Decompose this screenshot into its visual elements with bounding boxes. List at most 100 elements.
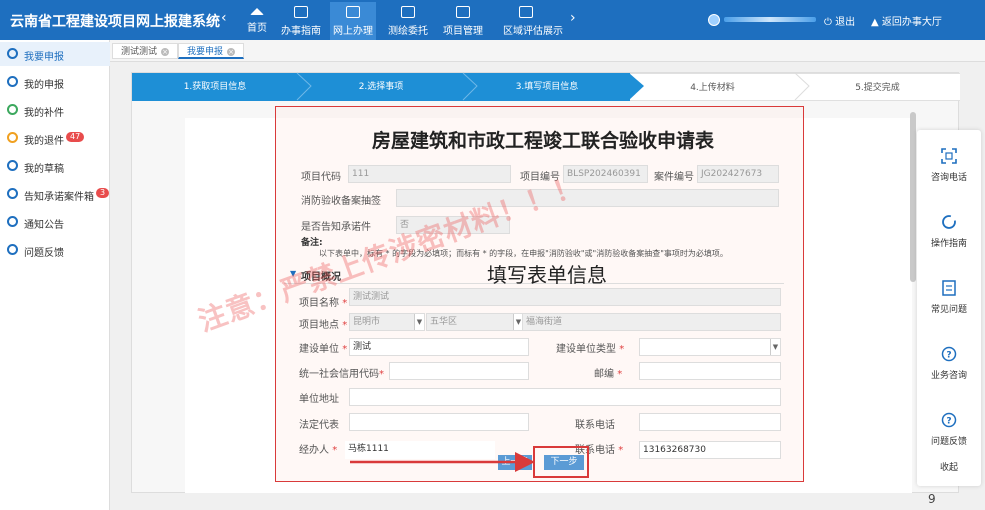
project-name-field[interactable]: 测试测试	[349, 288, 781, 306]
postcode-label: 邮编 *	[594, 369, 623, 380]
supplement-icon	[7, 104, 18, 115]
step-2: 2.选择事项	[298, 73, 464, 101]
logout-link[interactable]: ⏻ 退出	[824, 13, 855, 28]
notify-label: 是否告知承诺件	[301, 222, 371, 233]
case-no-field[interactable]: JG202427673	[697, 165, 779, 183]
sidebar: 我要申报 我的申报 我的补件 我的退件 47 我的草稿 告知承诺案件箱 3 通知公告…	[0, 40, 110, 510]
project-icon	[456, 6, 470, 18]
location-label-text: 项目地点	[299, 320, 339, 331]
app-title: 云南省工程建设项目网上报建系统	[10, 14, 220, 30]
postcode-label-text: 邮编	[594, 369, 614, 380]
notice-icon	[7, 216, 18, 227]
collapse-button[interactable]: 收起	[917, 460, 981, 473]
step-1: 1.获取项目信息	[132, 73, 298, 101]
back-hall-label: 返回办事大厅	[881, 17, 942, 28]
tab-test[interactable]: 测试测试 ×	[112, 43, 179, 59]
region-icon	[519, 6, 533, 18]
close-icon[interactable]: ×	[227, 48, 236, 56]
sidebar-item-label: 问题反馈	[24, 248, 64, 259]
overlay-caption: 填写表单信息	[487, 263, 607, 287]
fire-check-field[interactable]	[396, 189, 779, 207]
feedback-icon	[7, 244, 18, 255]
rp-label: 业务咨询	[930, 371, 967, 381]
chevron-down-icon[interactable]: ▼	[770, 339, 780, 355]
step-3: 3.填写项目信息	[464, 73, 630, 101]
builder-field[interactable]: 测试	[349, 338, 529, 356]
postcode-field[interactable]	[639, 362, 781, 380]
form-scrollbar[interactable]	[910, 112, 916, 282]
draft-icon	[7, 160, 18, 171]
return-icon	[7, 132, 18, 143]
guide-icon	[294, 6, 308, 18]
refresh-icon	[942, 215, 956, 229]
project-code-field[interactable]: 111	[348, 165, 511, 183]
declare-icon	[7, 48, 18, 59]
rp-label: 操作指南	[930, 239, 967, 249]
legal-rep-field[interactable]	[349, 413, 529, 431]
nav-home[interactable]: 首页	[234, 2, 280, 40]
rp-business-consult[interactable]: ? 业务咨询	[917, 338, 981, 388]
address-field[interactable]	[349, 388, 781, 406]
sidebar-item-notices[interactable]: 通知公告	[0, 210, 110, 234]
user-name-redacted	[724, 17, 816, 22]
contact-phone-field[interactable]	[639, 413, 781, 431]
operator-field[interactable]: 马栋1111	[345, 441, 495, 459]
location-district-select[interactable]: 五华区	[426, 313, 524, 331]
nav-prev-arrow-icon[interactable]: ‹	[221, 10, 227, 26]
builder-type-select[interactable]	[639, 338, 781, 356]
sidebar-item-returns[interactable]: 我的退件 47	[0, 126, 110, 150]
nav-guide[interactable]: 办事指南	[278, 2, 324, 40]
sidebar-item-declare[interactable]: 我要申报	[0, 42, 110, 66]
sidebar-item-feedback[interactable]: 问题反馈	[0, 238, 110, 262]
sidebar-item-my-declarations[interactable]: 我的申报	[0, 70, 110, 94]
chevron-down-icon[interactable]: ▼	[414, 314, 424, 330]
tab-declare[interactable]: 我要申报 ×	[178, 43, 245, 59]
close-icon[interactable]: ×	[161, 48, 170, 56]
rp-feedback[interactable]: ? 问题反馈	[917, 404, 981, 454]
rp-operation-guide[interactable]: 操作指南	[917, 206, 981, 256]
location-street-select[interactable]: 福海街道	[522, 313, 781, 331]
step-5: 5.提交完成	[795, 73, 960, 101]
address-label: 单位地址	[299, 394, 339, 405]
help-icon: ?	[941, 346, 957, 362]
rp-consult-phone[interactable]: 咨询电话	[917, 140, 981, 190]
step-progress: 1.获取项目信息 2.选择事项 3.填写项目信息 4.上传材料 5.提交完成	[132, 73, 960, 101]
nav-project[interactable]: 项目管理	[440, 2, 486, 40]
credit-code-label-text: 统一社会信用代码	[299, 369, 379, 380]
logout-label: 退出	[835, 17, 856, 28]
contact-phone-label: 联系电话	[575, 420, 615, 431]
top-header: 云南省工程建设项目网上报建系统 ‹ 首页 办事指南 网上办理 测绘委托 项目管理…	[0, 0, 985, 40]
nav-region[interactable]: 区域评估展示	[503, 2, 563, 40]
rp-faq[interactable]: 常见问题	[917, 272, 981, 322]
case-no-label: 案件编号	[654, 172, 694, 183]
back-hall-link[interactable]: ▲ 返回办事大厅	[871, 13, 942, 28]
svg-text:?: ?	[946, 351, 951, 361]
svg-text:?: ?	[946, 417, 951, 427]
home-icon	[250, 8, 264, 15]
tab-bar: 测试测试 × 我要申报 ×	[110, 40, 985, 62]
sidebar-item-label: 我的补件	[24, 108, 64, 119]
operator-label-text: 经办人	[299, 445, 329, 456]
nav-online[interactable]: 网上办理	[330, 2, 376, 40]
sidebar-item-supplements[interactable]: 我的补件	[0, 98, 110, 122]
builder-label-text: 建设单位	[299, 344, 339, 355]
nav-next-arrow-icon[interactable]: ›	[570, 10, 576, 26]
builder-type-label-text: 建设单位类型	[556, 344, 616, 355]
fire-check-label: 消防验收备案抽签	[301, 196, 381, 207]
operator-phone-field[interactable]: 13163268730	[639, 441, 781, 459]
nav-survey[interactable]: 测绘委托	[385, 2, 431, 40]
help-icon: ?	[941, 412, 957, 428]
sidebar-item-drafts[interactable]: 我的草稿	[0, 154, 110, 178]
sidebar-item-label: 我的申报	[24, 80, 64, 91]
sidebar-item-label: 告知承诺案件箱	[24, 192, 94, 203]
credit-code-field[interactable]	[389, 362, 529, 380]
online-icon	[346, 6, 360, 18]
page-number: 9	[928, 492, 936, 506]
rp-label: 咨询电话	[930, 173, 967, 183]
prev-button[interactable]: 上一步	[498, 455, 532, 470]
sidebar-item-commitment-box[interactable]: 告知承诺案件箱 3	[0, 182, 110, 206]
nav-region-label: 区域评估展示	[503, 26, 563, 37]
sidebar-item-label: 我的草稿	[24, 164, 64, 175]
location-label: 项目地点 *	[299, 320, 348, 331]
rp-label: 常见问题	[930, 305, 967, 315]
